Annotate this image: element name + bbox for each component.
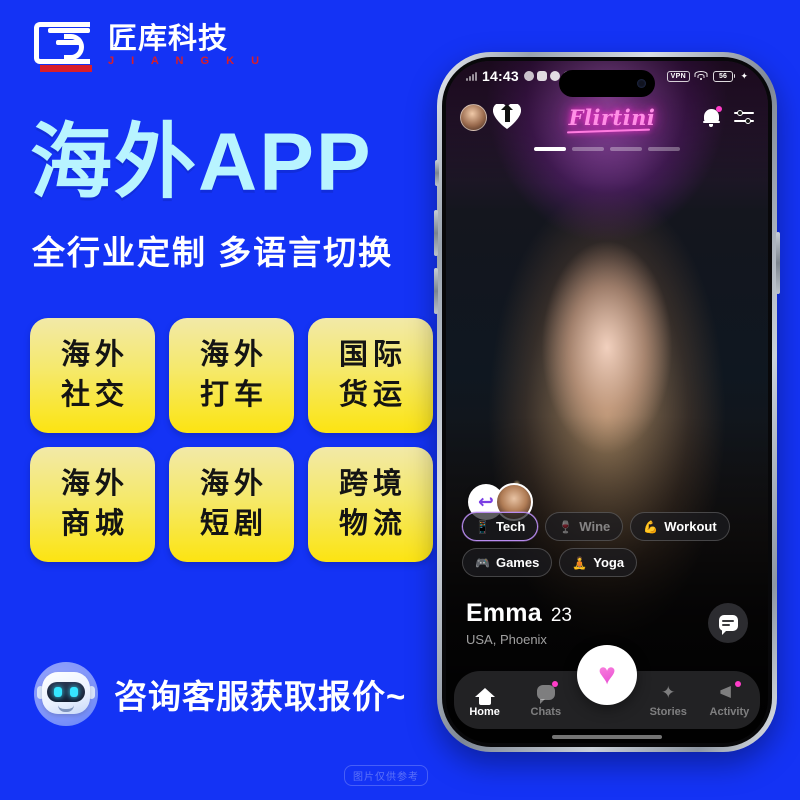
- tag-line-2: 短剧: [199, 507, 268, 540]
- interest-chip-tech[interactable]: 📱 Tech: [462, 512, 539, 541]
- service-tag[interactable]: 海外 短剧: [169, 447, 294, 562]
- nav-label: Stories: [649, 706, 687, 718]
- cta-row[interactable]: 咨询客服获取报价~: [34, 662, 406, 726]
- home-icon: [474, 682, 495, 705]
- chip-label: Wine: [579, 519, 611, 534]
- nav-item-stories[interactable]: ✦ Stories: [638, 682, 699, 719]
- sliders-filter-icon[interactable]: [733, 109, 754, 125]
- nav-label: Chats: [530, 706, 562, 718]
- brand-text: 匠库科技 J I A N G K U: [108, 25, 266, 67]
- nav-label: Activity: [709, 706, 750, 718]
- mute-switch[interactable]: [435, 160, 439, 186]
- tag-line-2: 货运: [338, 378, 407, 411]
- profile-location: USA, Phoenix: [466, 632, 547, 647]
- phone-mockup: 14:43 VPN 56 ✦ Flirtini ↩ 📱 Tech 🍷 Wine …: [434, 52, 780, 752]
- interest-chip-yoga[interactable]: 🧘 Yoga: [559, 548, 638, 577]
- brand-name-en: J I A N G K U: [108, 55, 267, 67]
- service-tag[interactable]: 海外 打车: [169, 318, 294, 433]
- phone-screen: 14:43 VPN 56 ✦ Flirtini ↩ 📱 Tech 🍷 Wine …: [446, 61, 768, 743]
- chip-label: Yoga: [593, 555, 625, 570]
- profile-info: Emma 23 USA, Phoenix: [466, 599, 572, 647]
- home-indicator: [552, 735, 662, 739]
- heart-like-icon[interactable]: ♥: [577, 645, 637, 705]
- status-time: 14:43: [482, 68, 519, 84]
- tag-line-1: 海外: [199, 468, 268, 501]
- muscle-icon: 💪: [643, 519, 659, 534]
- interest-chip-games[interactable]: 🎮 Games: [462, 548, 553, 577]
- user-avatar[interactable]: [460, 103, 487, 131]
- chip-label: Games: [495, 555, 540, 570]
- app-logo: Flirtini: [568, 104, 656, 130]
- tag-line-1: 海外: [60, 468, 129, 501]
- service-tag[interactable]: 跨境 物流: [308, 447, 433, 562]
- page-subtitle: 全行业定制 多语言切换: [32, 234, 394, 271]
- vpn-badge: VPN: [666, 70, 690, 82]
- chip-label: Workout: [664, 519, 717, 534]
- story-segment[interactable]: [572, 147, 604, 151]
- brand-lockup: 匠库科技 J I A N G K U: [34, 18, 266, 74]
- story-segment[interactable]: [534, 147, 566, 151]
- wifi-icon: [694, 71, 708, 81]
- story-segment[interactable]: [648, 147, 680, 151]
- tag-line-1: 跨境: [338, 468, 407, 501]
- status-bar-right: VPN 56 ✦: [666, 70, 748, 82]
- message-bubble-icon[interactable]: [708, 603, 748, 643]
- battery-icon: 56: [712, 70, 736, 82]
- interest-chip-workout[interactable]: 💪 Workout: [630, 512, 730, 541]
- page-title: 海外APP: [30, 117, 373, 208]
- volume-up-button[interactable]: [434, 210, 438, 256]
- heart-boost-icon[interactable]: [493, 104, 521, 130]
- service-tag-grid: 海外 社交 海外 打车 国际 货运 海外 商城 海外 短剧 跨境 物流: [30, 318, 433, 562]
- wine-glass-icon: 🍷: [558, 519, 574, 534]
- tag-line-2: 商城: [60, 507, 129, 540]
- cta-label: 咨询客服获取报价~: [114, 678, 407, 715]
- service-tag[interactable]: 海外 社交: [30, 318, 155, 433]
- service-tag[interactable]: 海外 商城: [30, 447, 155, 562]
- profile-age: 23: [550, 605, 572, 626]
- bolt-icon: ✦: [740, 70, 748, 81]
- tag-line-2: 社交: [60, 378, 129, 411]
- tag-line-2: 打车: [199, 378, 268, 411]
- interest-chip-wine[interactable]: 🍷 Wine: [545, 512, 624, 541]
- nav-item-chats[interactable]: Chats: [515, 681, 576, 718]
- dynamic-island: [559, 70, 655, 97]
- megaphone-icon: [720, 681, 742, 702]
- tag-line-1: 海外: [199, 339, 268, 372]
- tag-line-2: 物流: [338, 507, 407, 540]
- gamepad-icon: 🎮: [475, 555, 490, 570]
- nav-item-activity[interactable]: Activity: [699, 681, 760, 718]
- profile-name: Emma: [466, 599, 542, 627]
- jiangku-logo-mark: [34, 18, 96, 74]
- battery-level: 56: [719, 72, 727, 80]
- tag-line-1: 国际: [338, 339, 407, 372]
- watermark: 图片仅供参考: [344, 765, 428, 786]
- promo-panel: 匠库科技 J I A N G K U 海外APP 全行业定制 多语言切换 海外 …: [0, 0, 440, 800]
- chat-icon: [536, 681, 558, 704]
- yoga-icon: 🧘: [572, 555, 588, 570]
- service-tag[interactable]: 国际 货运: [308, 318, 433, 433]
- nav-label: Home: [469, 706, 500, 718]
- brand-name-cn: 匠库科技: [108, 23, 229, 55]
- story-segment[interactable]: [610, 147, 642, 151]
- phone-icon: 📱: [475, 519, 490, 534]
- story-progress-segments: [446, 147, 768, 151]
- nav-item-home[interactable]: Home: [454, 682, 515, 718]
- signal-bars-icon: [466, 71, 477, 81]
- power-button[interactable]: [776, 232, 780, 294]
- notification-bell-icon[interactable]: [702, 105, 722, 127]
- volume-down-button[interactable]: [434, 268, 438, 314]
- sparkles-icon: ✦: [661, 682, 676, 702]
- interest-chips: 📱 Tech 🍷 Wine 💪 Workout 🎮 Games 🧘 Yoga: [462, 512, 752, 577]
- app-header: Flirtini: [446, 97, 768, 137]
- robot-assistant-icon: [34, 662, 98, 726]
- chip-label: Tech: [495, 519, 526, 534]
- tag-line-1: 海外: [60, 339, 129, 372]
